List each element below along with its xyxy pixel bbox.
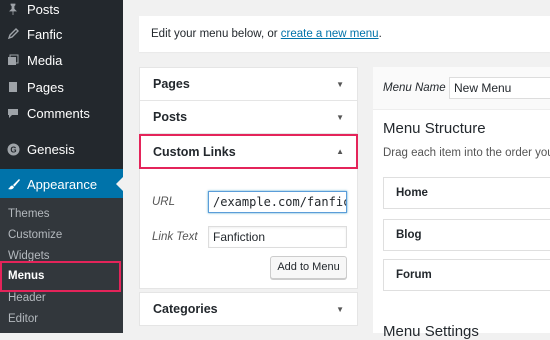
pages-panel[interactable]: Pages ▼ bbox=[139, 67, 358, 101]
paintbrush-icon bbox=[6, 177, 20, 191]
menu-item-forum[interactable]: Forum bbox=[383, 259, 550, 291]
sidebar-item-posts[interactable]: Posts bbox=[0, 0, 123, 22]
menu-settings-title: Menu Settings bbox=[383, 323, 479, 340]
sidebar-item-genesis[interactable]: G Genesis bbox=[0, 136, 123, 162]
sidebar-item-appearance[interactable]: Appearance bbox=[0, 169, 123, 199]
edit-menu-notice: Edit your menu below, or create a new me… bbox=[139, 16, 550, 52]
admin-sidebar: Posts Fanfic Media Pages Comments G Gene… bbox=[0, 0, 123, 333]
categories-panel-title: Categories bbox=[153, 302, 218, 316]
pushpin-icon bbox=[6, 2, 20, 16]
menu-name-bar: Menu Name New Menu bbox=[373, 67, 550, 110]
custom-links-panel-body: URL /example.com/fanfic/ Link Text Fanfi… bbox=[139, 169, 358, 289]
pages-panel-title: Pages bbox=[153, 77, 190, 91]
submenu-header[interactable]: Header bbox=[8, 292, 46, 304]
menu-item-blog[interactable]: Blog bbox=[383, 219, 550, 251]
create-menu-link[interactable]: create a new menu bbox=[281, 28, 379, 40]
sidebar-item-label: Appearance bbox=[27, 176, 98, 192]
notice-text: Edit your menu below, or bbox=[151, 28, 281, 40]
caret-up-icon[interactable]: ▲ bbox=[336, 147, 344, 156]
menu-name-label: Menu Name bbox=[383, 82, 446, 94]
media-icon bbox=[6, 53, 20, 67]
sidebar-item-label: Genesis bbox=[27, 141, 75, 157]
menu-editor-panel: Menu Name New Menu Menu Structure Drag e… bbox=[373, 67, 550, 340]
comment-icon bbox=[6, 106, 20, 120]
menu-name-field[interactable]: New Menu bbox=[449, 77, 550, 99]
sidebar-item-pages[interactable]: Pages bbox=[0, 74, 123, 100]
pages-icon bbox=[6, 80, 20, 94]
link-text-label: Link Text bbox=[152, 231, 198, 243]
sidebar-item-label: Pages bbox=[27, 79, 64, 95]
sidebar-item-label: Media bbox=[27, 52, 63, 68]
caret-down-icon[interactable]: ▼ bbox=[336, 80, 344, 89]
submenu-editor[interactable]: Editor bbox=[8, 313, 38, 325]
caret-down-icon[interactable]: ▼ bbox=[336, 113, 344, 122]
menus-highlight-box bbox=[0, 261, 121, 292]
posts-panel[interactable]: Posts ▼ bbox=[139, 100, 358, 134]
sidebar-item-comments[interactable]: Comments bbox=[0, 100, 123, 126]
genesis-icon: G bbox=[6, 142, 20, 156]
add-to-menu-button[interactable]: Add to Menu bbox=[270, 256, 347, 279]
sidebar-item-label: Comments bbox=[27, 105, 90, 121]
categories-panel[interactable]: Categories ▼ bbox=[139, 292, 358, 326]
link-text-field[interactable]: Fanfiction bbox=[208, 226, 347, 248]
posts-panel-title: Posts bbox=[153, 110, 188, 124]
submenu-customize[interactable]: Customize bbox=[8, 229, 62, 241]
pencil-icon bbox=[6, 27, 20, 41]
sidebar-item-media[interactable]: Media bbox=[0, 47, 123, 73]
caret-down-icon[interactable]: ▼ bbox=[336, 305, 344, 314]
custom-links-panel-header[interactable]: Custom Links ▲ bbox=[139, 134, 358, 169]
menu-structure-box: Menu Structure Drag each item into the o… bbox=[373, 110, 550, 333]
notice-suffix: . bbox=[378, 28, 382, 40]
svg-text:G: G bbox=[10, 145, 16, 154]
url-label: URL bbox=[152, 196, 176, 208]
menu-structure-title: Menu Structure bbox=[383, 120, 486, 137]
url-field[interactable]: /example.com/fanfic/ bbox=[208, 191, 347, 213]
custom-links-title: Custom Links bbox=[153, 144, 236, 159]
sidebar-item-label: Posts bbox=[27, 1, 60, 17]
menu-structure-description: Drag each item into the order you p bbox=[383, 147, 550, 159]
submenu-themes[interactable]: Themes bbox=[8, 208, 50, 220]
sidebar-item-label: Fanfic bbox=[27, 26, 63, 42]
sidebar-item-fanfic[interactable]: Fanfic bbox=[0, 21, 123, 47]
menu-item-home[interactable]: Home bbox=[383, 177, 550, 209]
